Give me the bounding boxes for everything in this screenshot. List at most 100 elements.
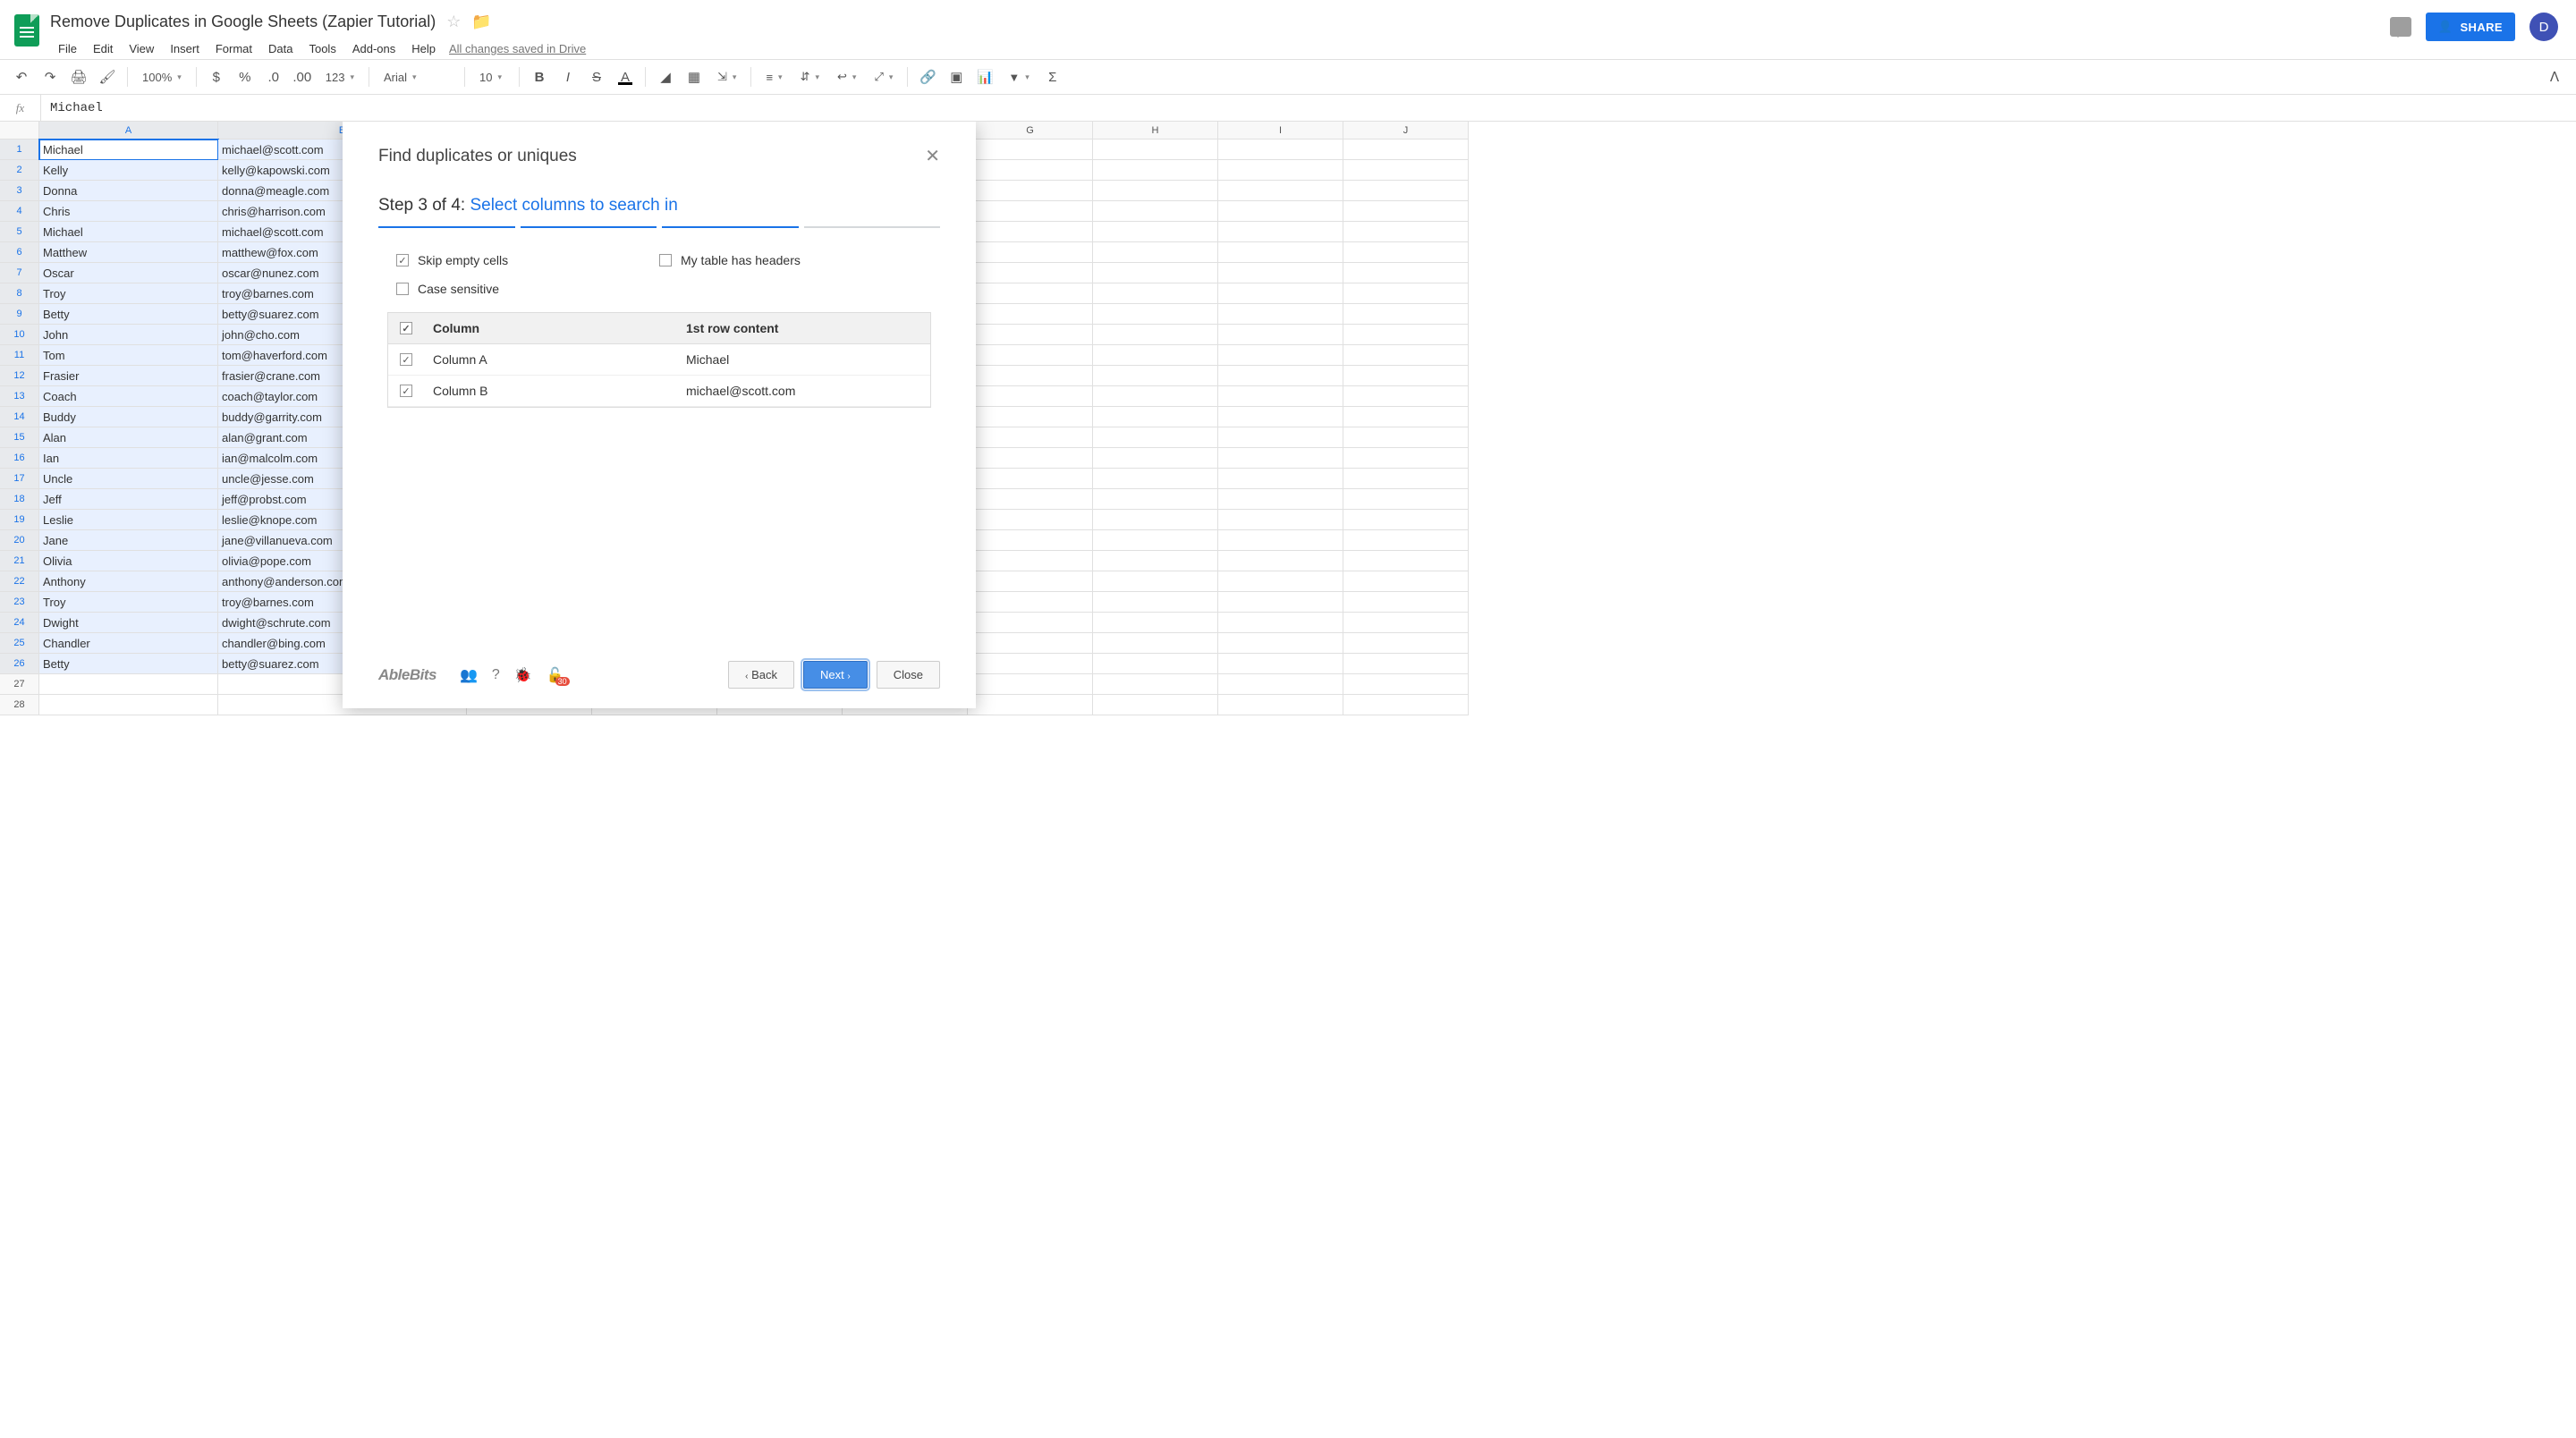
row-header-22[interactable]: 22: [0, 571, 39, 592]
cell-J25[interactable]: [1343, 633, 1469, 654]
cell-G18[interactable]: [968, 489, 1093, 510]
cell-G23[interactable]: [968, 592, 1093, 613]
row-header-16[interactable]: 16: [0, 448, 39, 469]
collapse-toolbar-icon[interactable]: ᐱ: [2542, 64, 2567, 89]
menu-tools[interactable]: Tools: [301, 38, 343, 59]
cell-G7[interactable]: [968, 263, 1093, 283]
column-header-I[interactable]: I: [1218, 122, 1343, 140]
select-all-cell[interactable]: [0, 122, 39, 140]
cell-A12[interactable]: Frasier: [39, 366, 218, 386]
cell-A9[interactable]: Betty: [39, 304, 218, 325]
cell-H11[interactable]: [1093, 345, 1218, 366]
percent-icon[interactable]: %: [233, 64, 258, 89]
menu-file[interactable]: File: [50, 38, 85, 59]
undo-icon[interactable]: ↶: [9, 64, 34, 89]
row-checkbox[interactable]: [400, 385, 412, 397]
cell-I25[interactable]: [1218, 633, 1343, 654]
cell-G6[interactable]: [968, 242, 1093, 263]
cell-J11[interactable]: [1343, 345, 1469, 366]
cell-J6[interactable]: [1343, 242, 1469, 263]
select-all-checkbox[interactable]: [400, 322, 412, 334]
cell-J1[interactable]: [1343, 140, 1469, 160]
cell-H18[interactable]: [1093, 489, 1218, 510]
cell-G25[interactable]: [968, 633, 1093, 654]
cell-A13[interactable]: Coach: [39, 386, 218, 407]
text-rotate-icon[interactable]: ⤢▾: [867, 70, 900, 84]
italic-icon[interactable]: I: [555, 64, 580, 89]
cell-H15[interactable]: [1093, 427, 1218, 448]
cell-H7[interactable]: [1093, 263, 1218, 283]
trial-icon[interactable]: 🔓30: [547, 666, 564, 684]
cell-J4[interactable]: [1343, 201, 1469, 222]
cell-H16[interactable]: [1093, 448, 1218, 469]
cell-I23[interactable]: [1218, 592, 1343, 613]
cell-J27[interactable]: [1343, 674, 1469, 695]
row-header-17[interactable]: 17: [0, 469, 39, 489]
cell-I3[interactable]: [1218, 181, 1343, 201]
merge-cells-icon[interactable]: ⇲▾: [710, 70, 743, 84]
borders-icon[interactable]: ▦: [682, 64, 707, 89]
cell-I17[interactable]: [1218, 469, 1343, 489]
cell-J23[interactable]: [1343, 592, 1469, 613]
cell-A7[interactable]: Oscar: [39, 263, 218, 283]
cell-H28[interactable]: [1093, 695, 1218, 715]
cell-A11[interactable]: Tom: [39, 345, 218, 366]
h-align-icon[interactable]: ≡▾: [758, 71, 789, 84]
menu-insert[interactable]: Insert: [162, 38, 208, 59]
row-header-23[interactable]: 23: [0, 592, 39, 613]
contact-icon[interactable]: 👥: [460, 666, 478, 684]
row-header-7[interactable]: 7: [0, 263, 39, 283]
cell-J16[interactable]: [1343, 448, 1469, 469]
account-avatar[interactable]: D: [2529, 13, 2558, 41]
cell-G15[interactable]: [968, 427, 1093, 448]
cell-I21[interactable]: [1218, 551, 1343, 571]
cell-I24[interactable]: [1218, 613, 1343, 633]
cell-H13[interactable]: [1093, 386, 1218, 407]
cell-G22[interactable]: [968, 571, 1093, 592]
cell-A21[interactable]: Olivia: [39, 551, 218, 571]
row-header-6[interactable]: 6: [0, 242, 39, 263]
has-headers-checkbox[interactable]: My table has headers: [659, 253, 922, 267]
cell-J28[interactable]: [1343, 695, 1469, 715]
row-header-4[interactable]: 4: [0, 201, 39, 222]
cell-G21[interactable]: [968, 551, 1093, 571]
text-color-icon[interactable]: A: [613, 64, 638, 89]
print-icon[interactable]: 🖨: [66, 64, 91, 89]
cell-G11[interactable]: [968, 345, 1093, 366]
row-header-11[interactable]: 11: [0, 345, 39, 366]
row-header-12[interactable]: 12: [0, 366, 39, 386]
cell-I15[interactable]: [1218, 427, 1343, 448]
cell-A26[interactable]: Betty: [39, 654, 218, 674]
cell-J9[interactable]: [1343, 304, 1469, 325]
save-status[interactable]: All changes saved in Drive: [449, 42, 586, 55]
row-header-27[interactable]: 27: [0, 674, 39, 695]
cell-H12[interactable]: [1093, 366, 1218, 386]
cell-H8[interactable]: [1093, 283, 1218, 304]
cell-H1[interactable]: [1093, 140, 1218, 160]
cell-A8[interactable]: Troy: [39, 283, 218, 304]
cell-G13[interactable]: [968, 386, 1093, 407]
cell-A17[interactable]: Uncle: [39, 469, 218, 489]
close-button[interactable]: Close: [877, 661, 940, 689]
column-header-G[interactable]: G: [968, 122, 1093, 140]
cell-G2[interactable]: [968, 160, 1093, 181]
cell-A1[interactable]: Michael: [39, 140, 218, 160]
cell-H9[interactable]: [1093, 304, 1218, 325]
share-button[interactable]: 👤 SHARE: [2426, 13, 2515, 41]
cell-I7[interactable]: [1218, 263, 1343, 283]
cell-A27[interactable]: [39, 674, 218, 695]
cell-G14[interactable]: [968, 407, 1093, 427]
cell-I26[interactable]: [1218, 654, 1343, 674]
row-header-3[interactable]: 3: [0, 181, 39, 201]
cell-H5[interactable]: [1093, 222, 1218, 242]
cell-J3[interactable]: [1343, 181, 1469, 201]
cell-J20[interactable]: [1343, 530, 1469, 551]
cell-G20[interactable]: [968, 530, 1093, 551]
fill-color-icon[interactable]: ◢: [653, 64, 678, 89]
cell-H17[interactable]: [1093, 469, 1218, 489]
filter-icon[interactable]: ▼▾: [1001, 71, 1036, 84]
cell-A18[interactable]: Jeff: [39, 489, 218, 510]
v-align-icon[interactable]: ⇵▾: [793, 70, 826, 84]
cell-J18[interactable]: [1343, 489, 1469, 510]
formula-input[interactable]: Michael: [41, 101, 103, 115]
